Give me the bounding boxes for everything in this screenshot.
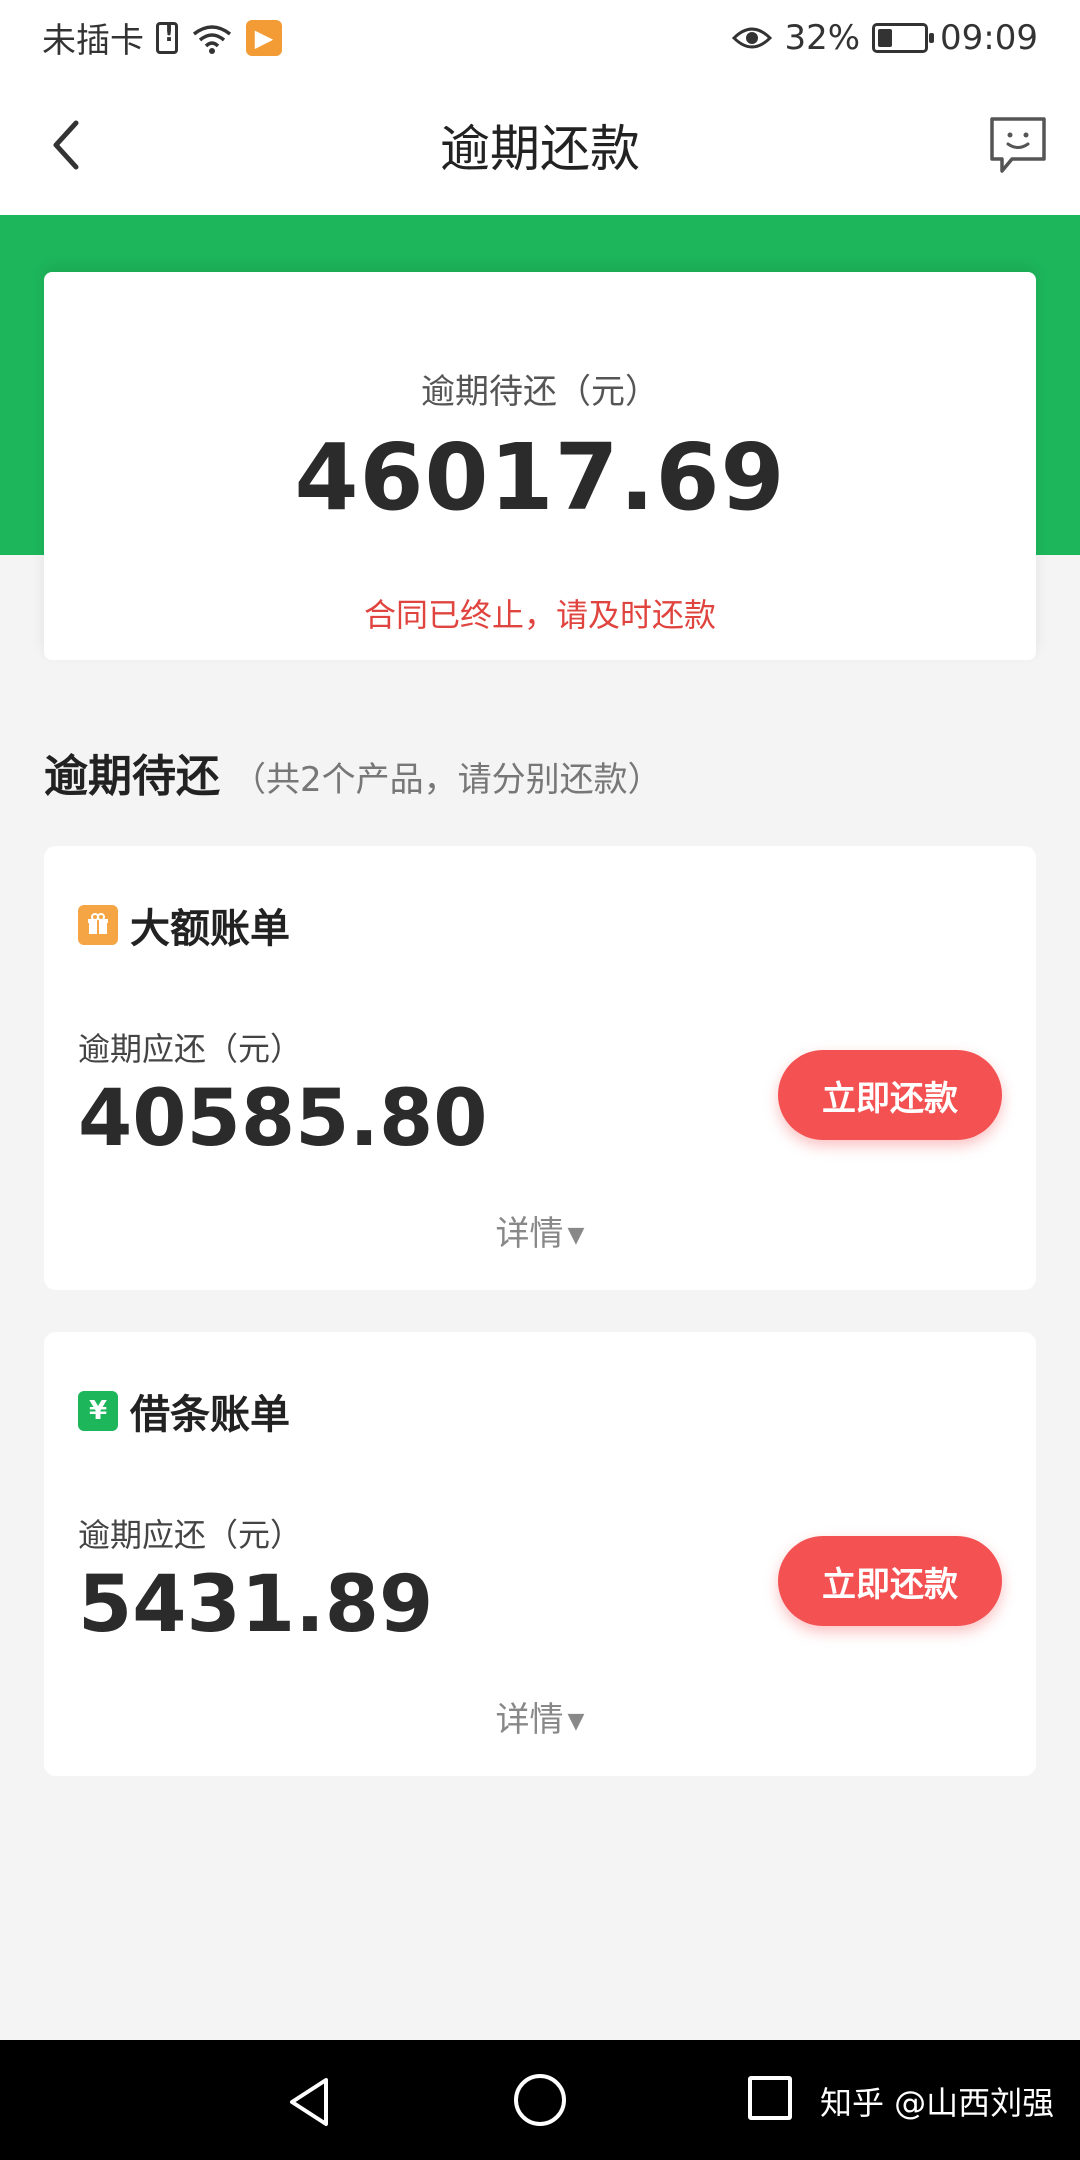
section-title-subtitle: （共2个产品，请分别还款）	[232, 760, 662, 800]
summary-label: 逾期待还（元）	[421, 372, 659, 412]
battery-percent: 32%	[784, 17, 861, 58]
contract-terminated-warning: 合同已终止，请及时还款	[363, 596, 716, 634]
battery-icon	[872, 22, 935, 53]
caret-down-icon: ▼	[567, 1709, 585, 1734]
system-nav-bar: 知乎 @山西刘强	[0, 2040, 1080, 2160]
carrier-text: 未插卡	[42, 21, 144, 61]
watermark: 知乎 @山西刘强	[820, 2084, 1055, 2122]
back-arrow-icon[interactable]	[40, 115, 100, 175]
details-label: 详情	[495, 1214, 564, 1254]
nav-recents-icon[interactable]	[748, 2076, 792, 2120]
summary-amount: 46017.69	[294, 424, 786, 531]
page-title: 逾期还款	[440, 120, 640, 178]
nav-home-icon[interactable]	[514, 2074, 566, 2126]
status-bar: 未插卡 ▶ 32% 09:09	[0, 0, 1080, 75]
bill-card-large: 大额账单 逾期应还（元） 40585.80 立即还款 详情 ▼	[44, 846, 1036, 1290]
eye-icon	[732, 27, 773, 48]
caret-down-icon: ▼	[567, 1223, 585, 1248]
bill-due-amount: 5431.89	[78, 1560, 434, 1650]
details-toggle[interactable]: 详情 ▼	[44, 1692, 1036, 1741]
bill-due-label: 逾期应还（元）	[78, 1030, 303, 1068]
nav-bar: 逾期还款	[0, 75, 1080, 215]
bill-due-amount: 40585.80	[78, 1074, 488, 1164]
details-label: 详情	[495, 1700, 564, 1740]
gift-icon	[78, 905, 118, 945]
bill-name: 大额账单	[130, 906, 290, 952]
clock: 09:09	[940, 17, 1038, 58]
section-title: 逾期待还 （共2个产品，请分别还款）	[44, 740, 662, 804]
details-toggle[interactable]: 详情 ▼	[44, 1206, 1036, 1255]
pay-now-button[interactable]: 立即还款	[778, 1536, 1002, 1626]
battery-level-fill	[878, 28, 893, 47]
customer-service-icon[interactable]	[986, 113, 1050, 177]
app-notification-icon: ▶	[246, 19, 282, 56]
nav-back-icon[interactable]	[282, 2074, 338, 2130]
overdue-summary-card: 逾期待还（元） 46017.69 合同已终止，请及时还款	[44, 272, 1036, 660]
yen-icon: ¥	[78, 1391, 118, 1431]
bill-due-label: 逾期应还（元）	[78, 1516, 303, 1554]
pay-now-button[interactable]: 立即还款	[778, 1050, 1002, 1140]
section-title-main: 逾期待还	[44, 751, 220, 802]
bill-name: 借条账单	[130, 1392, 290, 1438]
wifi-icon	[192, 24, 232, 54]
bill-header: 大额账单	[78, 896, 290, 954]
sim-alert-icon	[156, 21, 178, 54]
bill-header: ¥ 借条账单	[78, 1382, 290, 1440]
bill-card-iou: ¥ 借条账单 逾期应还（元） 5431.89 立即还款 详情 ▼	[44, 1332, 1036, 1776]
status-right: 32% 09:09	[732, 18, 1038, 58]
gift-icon-glyph	[88, 913, 108, 934]
status-left: 未插卡 ▶	[42, 13, 282, 62]
